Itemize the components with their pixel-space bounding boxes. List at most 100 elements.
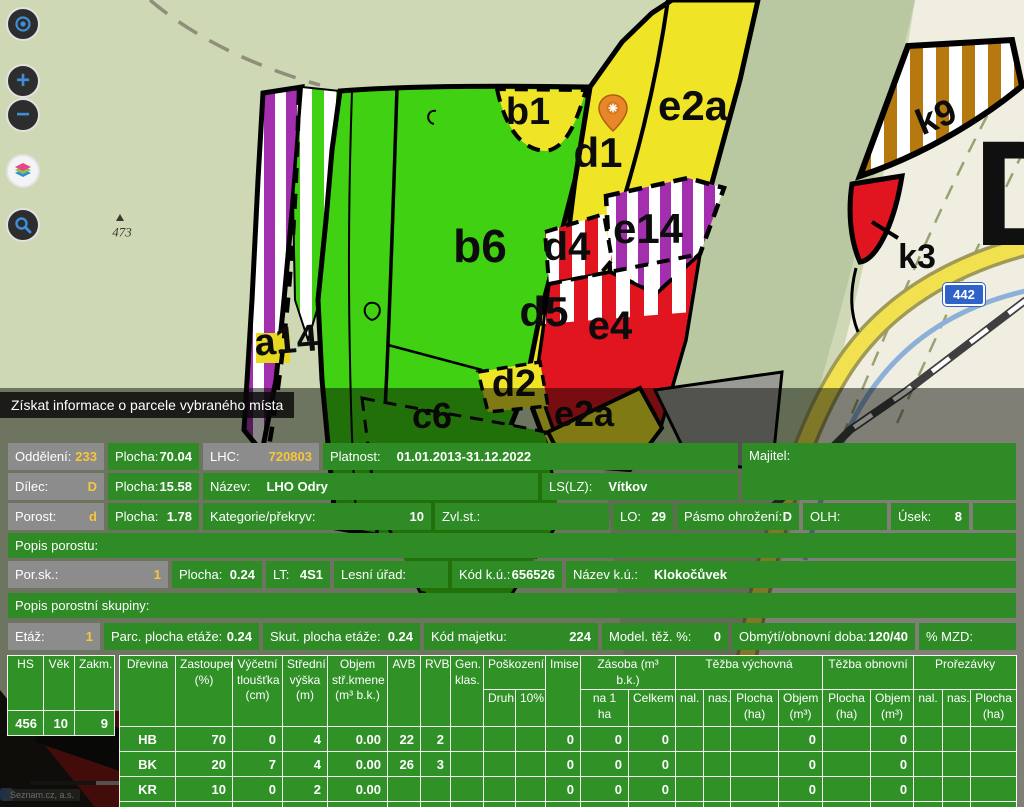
table-cell: 0 (870, 726, 915, 753)
panel-title: Získat informace o parcele vybraného mís… (0, 392, 295, 418)
table-cell: 0 (778, 776, 824, 803)
field-etaz: Etáž: 1 (8, 623, 100, 650)
field-value: d (89, 509, 97, 524)
table-cell: BK (119, 751, 176, 778)
field-lesni-urad: Lesní úřad: (334, 561, 448, 588)
search-button[interactable] (6, 208, 40, 242)
layers-button[interactable] (6, 154, 40, 188)
zoom-in-button[interactable]: + (6, 64, 40, 98)
table-cell: 1 (942, 801, 972, 807)
field-value: 15.58 (159, 479, 192, 494)
table-cell (703, 726, 732, 753)
column-header: Objem stř.kmene (m³ b.k.) (327, 654, 388, 728)
table-cell: 22 (387, 726, 421, 753)
field-dilec: Dílec: D (8, 473, 104, 500)
field-label: Platnost: (330, 449, 381, 464)
table-cell (730, 726, 780, 753)
table-cell: 70 (175, 726, 233, 753)
field-label: Plocha: (179, 567, 223, 582)
table-cell: 4 (282, 751, 328, 778)
table-cell (450, 776, 484, 803)
column-header: Zakm. (74, 655, 115, 711)
field-value: 1 (85, 629, 93, 644)
column-header: Zastoupení (%) (175, 654, 233, 728)
table-cell: 0 (628, 751, 677, 778)
table-cell (675, 776, 705, 803)
field-skut-plocha: Skut. plocha etáže: 0.24 (263, 623, 420, 650)
field-label: LS(LZ): (549, 479, 593, 494)
field-plocha-oddeleni: Plocha: 70.04 (108, 443, 199, 470)
layers-icon (15, 163, 31, 177)
field-label: Majitel: (749, 448, 791, 463)
field-label: Model. těž. %: (609, 629, 692, 644)
field-spacer (973, 503, 1016, 530)
table-row: 456 10 9 (7, 710, 115, 736)
field-nazev: Název: LHO Odry (203, 473, 538, 500)
table-cell: 1 (913, 801, 944, 807)
field-value: 0.24 (387, 629, 413, 644)
table-cell: 7 (232, 751, 283, 778)
table-cell (913, 751, 944, 778)
table-cell (913, 726, 944, 753)
table-cell (730, 776, 780, 803)
table-cell: 0.00 (327, 726, 388, 753)
field-value: 1 (153, 567, 161, 582)
table-cell (942, 726, 972, 753)
field-value: 120/40 (868, 629, 908, 644)
field-lslz: LS(LZ): Vítkov (542, 473, 738, 500)
table-cell: 0.00 (327, 751, 388, 778)
locate-icon (15, 16, 31, 32)
field-value: 224 (569, 629, 591, 644)
field-lhc: LHC: 720803 (203, 443, 319, 470)
table-row: Celkem:1000000.0000.000110.24 (119, 801, 1018, 807)
table-cell (387, 801, 421, 807)
field-label: Kategorie/překryv: (210, 509, 316, 524)
table-cell: 0 (628, 801, 677, 807)
table-cell: 0 (580, 726, 630, 753)
field-label: Kód majetku: (431, 629, 507, 644)
table-cell: 0 (580, 751, 630, 778)
field-label: Plocha: (115, 509, 159, 524)
field-value: LHO Odry (266, 479, 328, 494)
table-cell: 3 (420, 751, 451, 778)
field-label: Lesní úřad: (341, 567, 407, 582)
field-value: 720803 (268, 449, 312, 464)
table-cell (420, 776, 451, 803)
table-cell (282, 801, 328, 807)
field-label: Por.sk.: (15, 567, 59, 582)
column-header: 10% (514, 689, 547, 728)
table-cell: 100 (175, 801, 233, 807)
table-cell: 0 (628, 726, 677, 753)
field-usek: Úsek: 8 (891, 503, 969, 530)
field-lt: LT: 4S1 (266, 561, 330, 588)
locate-button[interactable] (6, 7, 40, 41)
field-label: OLH: (810, 509, 841, 524)
field-label: LHC: (210, 449, 240, 464)
column-header: Plocha (ha) (970, 689, 1018, 728)
table-cell: 0.00 (327, 776, 388, 803)
table-cell: 0.00 (730, 801, 780, 807)
zoom-out-button[interactable]: − (6, 98, 40, 132)
table-cell (545, 801, 582, 807)
table-cell: 0 (778, 726, 824, 753)
field-label: Kód k.ú.: (459, 567, 511, 582)
table-cell (387, 776, 421, 803)
table-cell: 26 (387, 751, 421, 778)
field-label: Etáž: (15, 629, 45, 644)
field-label: Oddělení: (15, 449, 72, 464)
field-label: Parc. plocha etáže: (111, 629, 223, 644)
table-cell: 456 (7, 710, 44, 736)
table-row: KR 10 0 2 0.00 0 0 0 0 0 (119, 776, 1018, 803)
column-header: nal. (913, 689, 944, 728)
field-label: Úsek: (898, 509, 932, 524)
table-cell: 2 (282, 776, 328, 803)
plus-icon: + (15, 67, 30, 94)
table-row: BK 20 7 4 0.00 26 3 0 0 0 0 0 (119, 751, 1018, 778)
field-label: Plocha: (115, 449, 159, 464)
table-cell: 0 (870, 801, 915, 807)
table-cell (514, 751, 547, 778)
column-group-header: Prořezávky (913, 654, 1018, 691)
table-cell (730, 751, 780, 778)
table-cell: 9 (74, 710, 115, 736)
column-header: AVB (387, 654, 421, 728)
